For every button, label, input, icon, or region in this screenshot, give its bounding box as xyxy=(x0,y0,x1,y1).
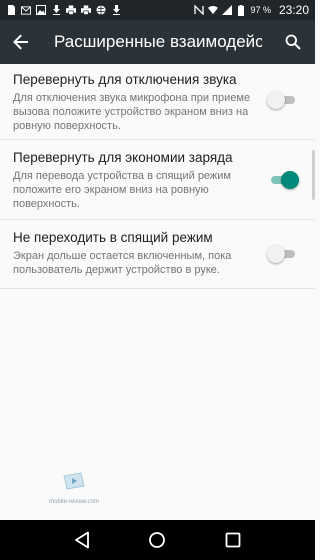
status-indicators: 97 % 23:20 xyxy=(194,3,309,17)
search-icon xyxy=(285,34,301,50)
nav-home-button[interactable] xyxy=(145,528,169,552)
setting-summary: Для отключения звука микрофона при прием… xyxy=(13,92,251,132)
edge-panel-handle[interactable] xyxy=(312,150,315,200)
switch-thumb xyxy=(281,171,299,189)
globe-icon xyxy=(96,5,106,15)
setting-flip-to-save-power[interactable]: Перевернуть для экономии заряда Для пере… xyxy=(0,140,315,220)
setting-title: Перевернуть для отключения звука xyxy=(13,72,237,87)
switch-thumb xyxy=(267,91,285,109)
battery-percent: 97 % xyxy=(250,5,271,15)
setting-summary: Для перевода устройства в спящий режим п… xyxy=(13,170,231,210)
image-icon xyxy=(36,5,46,15)
nav-recents-button[interactable] xyxy=(221,528,245,552)
wifi-icon xyxy=(208,5,219,15)
print-icon xyxy=(81,5,91,15)
print-icon xyxy=(66,5,76,15)
clock: 23:20 xyxy=(278,3,309,17)
setting-flip-to-mute[interactable]: Перевернуть для отключения звука Для отк… xyxy=(0,64,315,140)
download-icon xyxy=(111,5,121,15)
back-button[interactable] xyxy=(0,20,42,64)
settings-list: Перевернуть для отключения звука Для отк… xyxy=(0,64,315,289)
nfc-icon xyxy=(194,5,205,15)
arrow-back-icon xyxy=(13,34,28,50)
sim-icon xyxy=(6,5,16,15)
nav-recents-icon xyxy=(225,532,241,548)
setting-title: Не переходить в спящий режим xyxy=(13,230,213,245)
search-button[interactable] xyxy=(281,30,305,54)
watermark-logo-icon xyxy=(63,472,85,490)
toggle-switch[interactable] xyxy=(267,244,299,264)
notification-icons xyxy=(6,5,121,15)
gmail-icon xyxy=(21,5,31,15)
signal-icon xyxy=(222,5,233,15)
status-bar: 97 % 23:20 xyxy=(0,0,315,20)
setting-summary: Экран дольше остается включенным, пока п… xyxy=(13,250,232,276)
setting-title: Перевернуть для экономии заряда xyxy=(13,150,233,165)
switch-thumb xyxy=(267,245,285,263)
nav-home-icon xyxy=(149,532,166,548)
nav-back-button[interactable] xyxy=(70,528,94,552)
watermark-text: mobile-review.com xyxy=(49,499,99,505)
battery-icon xyxy=(236,4,246,16)
toggle-switch[interactable] xyxy=(267,170,299,190)
download-icon xyxy=(51,5,61,15)
navigation-bar xyxy=(0,520,315,560)
setting-stay-awake[interactable]: Не переходить в спящий режим Экран дольш… xyxy=(0,220,315,289)
app-bar: Расширенные взаимодейст... xyxy=(0,20,315,64)
page-title: Расширенные взаимодейст... xyxy=(54,32,262,51)
watermark: mobile-review.com xyxy=(44,472,104,505)
nav-back-icon xyxy=(74,531,89,549)
toggle-switch[interactable] xyxy=(267,90,299,110)
